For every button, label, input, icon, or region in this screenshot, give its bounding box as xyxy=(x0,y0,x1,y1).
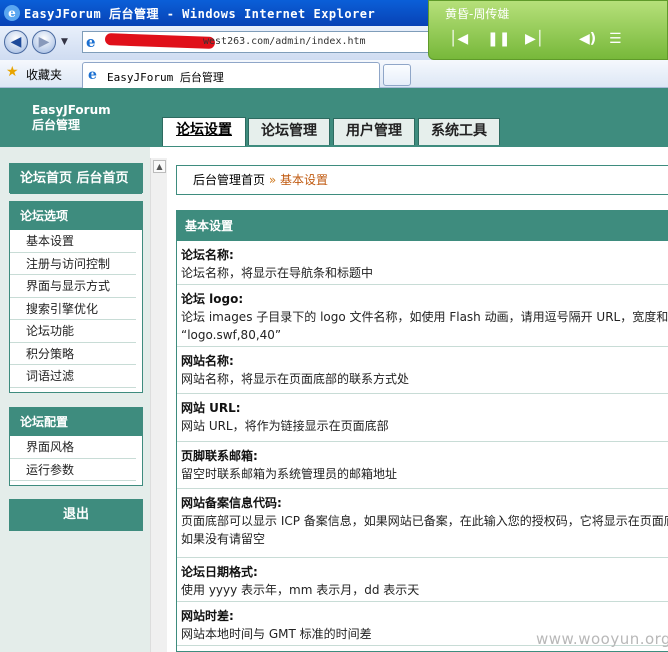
address-input[interactable]: e west263.com/admin/index.htm xyxy=(82,31,442,53)
sidebar-item-word-filter[interactable]: 词语过滤 xyxy=(10,365,136,388)
sidebar-item-registration[interactable]: 注册与访问控制 xyxy=(10,253,136,275)
sidebar-item-display[interactable]: 界面与显示方式 xyxy=(10,275,136,298)
forward-button[interactable]: ▶ xyxy=(32,30,56,54)
back-button[interactable]: ◀ xyxy=(4,30,28,54)
tab-forum-settings[interactable]: 论坛设置 xyxy=(162,117,246,146)
favorites-button[interactable]: 收藏夹 xyxy=(26,66,62,83)
setting-description: 使用 yyyy 表示年，mm 表示月，dd 表示天 xyxy=(181,583,420,597)
brand-name: EasyJForum xyxy=(32,103,111,117)
previous-track-icon[interactable]: │◀ xyxy=(449,31,468,47)
setting-description: 论坛名称，将显示在导航条和标题中 xyxy=(181,266,374,280)
setting-label: 网站 URL: xyxy=(181,401,241,415)
setting-description: 留空时联系邮箱为系统管理员的邮箱地址 xyxy=(181,467,398,481)
volume-icon[interactable]: ◀) xyxy=(579,31,596,47)
sidebar-item-features[interactable]: 论坛功能 xyxy=(10,320,136,343)
browser-tab[interactable]: e EasyJForum 后台管理 xyxy=(82,62,380,88)
tab-label: 论坛设置 xyxy=(176,122,232,138)
sidebar-item-basic-settings[interactable]: 基本设置 xyxy=(10,230,136,253)
scroll-up-icon[interactable]: ▲ xyxy=(153,160,166,173)
pause-icon[interactable]: ❚❚ xyxy=(487,31,510,47)
breadcrumb: 后台管理首页 » 基本设置 xyxy=(176,165,668,195)
sidebar-options-title: 论坛选项 xyxy=(10,202,142,230)
sidebar: 论坛首页 后台首页 论坛选项 基本设置 注册与访问控制 界面与显示方式 搜索引擎… xyxy=(0,147,150,652)
sidebar-home-box: 论坛首页 后台首页 xyxy=(9,163,143,194)
settings-title: 基本设置 xyxy=(177,211,668,241)
sidebar-options-box: 论坛选项 基本设置 注册与访问控制 界面与显示方式 搜索引擎优化 论坛功能 积分… xyxy=(9,201,143,393)
setting-description: 如果没有请留空 xyxy=(181,532,266,546)
setting-label: 页脚联系邮箱: xyxy=(181,449,258,463)
scrollbar[interactable]: ▲ xyxy=(150,158,167,652)
sidebar-config-box: 论坛配置 界面风格 运行参数 xyxy=(9,407,143,486)
ie-logo-icon: e xyxy=(4,5,20,21)
redaction-mark xyxy=(104,33,216,49)
address-url: west263.com/admin/index.htm xyxy=(203,36,366,47)
setting-row: 论坛名称: 论坛名称，将显示在导航条和标题中 xyxy=(177,241,668,285)
page-icon: e xyxy=(86,33,96,51)
playlist-icon[interactable]: ☰ xyxy=(609,31,622,47)
tab-user-management[interactable]: 用户管理 xyxy=(333,118,415,145)
setting-description: 网站 URL，将作为链接显示在页面底部 xyxy=(181,419,389,433)
breadcrumb-separator: » xyxy=(268,173,277,187)
page: e EasyJForum 后台管理 - Windows Internet Exp… xyxy=(0,0,668,652)
sidebar-item-theme[interactable]: 界面风格 xyxy=(10,436,136,459)
tab-page-icon: e xyxy=(88,67,97,83)
breadcrumb-home[interactable]: 后台管理首页 xyxy=(193,173,265,187)
setting-label: 网站名称: xyxy=(181,354,234,368)
setting-description: 网站名称，将显示在页面底部的联系方式处 xyxy=(181,372,410,386)
setting-label: 论坛 logo: xyxy=(181,292,244,306)
tab-label: 用户管理 xyxy=(346,123,402,139)
tab-label: 论坛管理 xyxy=(261,123,317,139)
setting-row: 网站备案信息代码: 页面底部可以显示 ICP 备案信息，如果网站已备案，在此输入… xyxy=(177,489,668,558)
sidebar-item-seo[interactable]: 搜索引擎优化 xyxy=(10,298,136,320)
history-dropdown-icon[interactable]: ▼ xyxy=(61,37,68,47)
watermark: www.wooyun.org xyxy=(536,630,668,648)
setting-description: 页面底部可以显示 ICP 备案信息，如果网站已备案，在此输入您的授权码，它将显示… xyxy=(181,514,668,528)
setting-row: 论坛 logo: 论坛 images 子目录下的 logo 文件名称，如使用 F… xyxy=(177,285,668,347)
new-tab-button[interactable] xyxy=(383,64,411,86)
setting-row: 网站名称: 网站名称，将显示在页面底部的联系方式处 xyxy=(177,347,668,394)
next-track-icon[interactable]: ▶│ xyxy=(525,31,544,47)
logout-button[interactable]: 退出 xyxy=(9,499,143,531)
admin-header: EasyJForum 后台管理 论坛设置 论坛管理 用户管理 系统工具 xyxy=(0,88,668,147)
favorites-star-icon[interactable]: ★ xyxy=(6,64,19,80)
setting-label: 网站备案信息代码: xyxy=(181,496,282,510)
setting-description: 论坛 images 子目录下的 logo 文件名称，如使用 Flash 动画，请… xyxy=(181,310,668,324)
tab-system-tools[interactable]: 系统工具 xyxy=(418,118,500,145)
tab-label: 系统工具 xyxy=(431,123,487,139)
window-title: EasyJForum 后台管理 - Windows Internet Explo… xyxy=(24,7,376,21)
tab-forum-management[interactable]: 论坛管理 xyxy=(248,118,330,145)
brand-subtitle: 后台管理 xyxy=(32,118,81,132)
song-title: 黄昏-周传雄 xyxy=(445,7,510,21)
tab-label: EasyJForum 后台管理 xyxy=(107,71,224,84)
settings-panel: 基本设置 论坛名称: 论坛名称，将显示在导航条和标题中 论坛 logo: 论坛 … xyxy=(176,210,668,652)
setting-row: 网站 URL: 网站 URL，将作为链接显示在页面底部 xyxy=(177,394,668,442)
favorites-bar: ★ 收藏夹 e EasyJForum 后台管理 xyxy=(0,60,668,88)
breadcrumb-current: 基本设置 xyxy=(280,173,329,187)
setting-row: 论坛日期格式: 使用 yyyy 表示年，mm 表示月，dd 表示天 xyxy=(177,558,668,602)
setting-label: 论坛日期格式: xyxy=(181,565,258,579)
sidebar-config-title: 论坛配置 xyxy=(10,408,142,436)
setting-description: “logo.swf,80,40” xyxy=(181,328,282,342)
sidebar-home-links[interactable]: 论坛首页 后台首页 xyxy=(10,164,142,194)
brand-logo: EasyJForum 后台管理 xyxy=(32,103,111,133)
media-player: 黄昏-周传雄 │◀ ❚❚ ▶│ ◀) ☰ xyxy=(428,0,668,60)
setting-label: 论坛名称: xyxy=(181,248,234,262)
sidebar-item-points[interactable]: 积分策略 xyxy=(10,343,136,365)
setting-row: 页脚联系邮箱: 留空时联系邮箱为系统管理员的邮箱地址 xyxy=(177,442,668,489)
setting-label: 网站时差: xyxy=(181,609,234,623)
sidebar-item-runtime[interactable]: 运行参数 xyxy=(10,459,136,481)
